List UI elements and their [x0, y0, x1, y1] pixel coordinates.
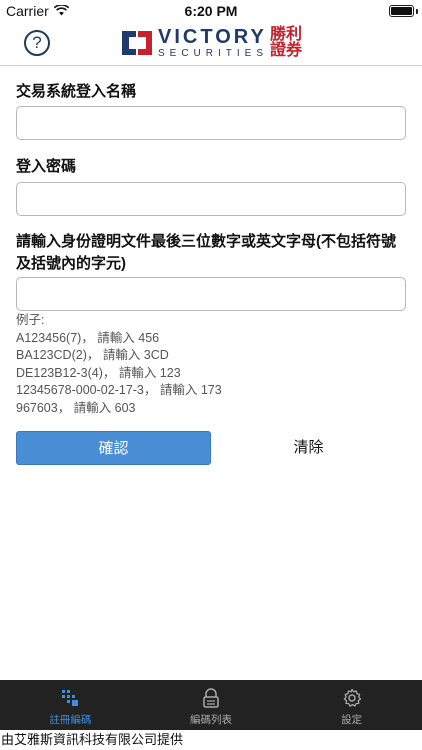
username-input[interactable]	[16, 106, 406, 140]
nav-bar: ? VICTORY SECURITIES 勝利 證券	[0, 22, 422, 66]
clear-button[interactable]: 清除	[211, 431, 406, 465]
lock-icon	[202, 686, 220, 710]
battery-icon	[389, 5, 414, 17]
status-time: 6:20 PM	[184, 3, 238, 19]
logo-mark-icon	[122, 31, 152, 55]
tab-code-list[interactable]: 編碼列表	[141, 680, 282, 730]
confirm-button[interactable]: 確認	[16, 431, 211, 465]
footer-credit: 由艾雅斯資訊科技有限公司提供	[0, 730, 422, 750]
logo-cn-bottom: 證券	[270, 42, 303, 59]
logo-chinese: 勝利 證券	[270, 27, 302, 59]
example-line: DE123B12-3(4)， 請輸入 123	[16, 365, 181, 380]
id-digits-label: 請輸入身份證明文件最後三位數字或英文字母(不包括符號及括號內的字元)	[16, 233, 396, 272]
example-line: A123456(7)， 請輸入 456	[16, 330, 160, 345]
gear-icon	[342, 686, 362, 710]
help-icon[interactable]: ?	[24, 30, 50, 56]
username-label: 交易系統登入名稱	[16, 83, 137, 100]
example-line: 12345678-000-02-17-3， 請輸入 173	[16, 383, 222, 397]
password-label: 登入密碼	[16, 158, 77, 175]
tab-settings[interactable]: 設定	[281, 680, 422, 730]
example-line: 967603， 請輸入 603	[16, 400, 136, 415]
id-digits-input[interactable]	[16, 277, 406, 311]
logo-cn-top: 勝利	[270, 26, 303, 43]
logo-text: VICTORY SECURITIES	[158, 27, 268, 59]
password-input[interactable]	[16, 182, 406, 216]
tab-label: 註冊編碼	[49, 714, 92, 726]
brand-logo: VICTORY SECURITIES 勝利 證券	[120, 25, 302, 61]
battery-tip	[416, 9, 418, 14]
example-block: 例子: A123456(7)， 請輸入 456 BA123CD(2)， 請輸入 …	[16, 312, 222, 417]
tab-register-code[interactable]: 註冊編碼	[0, 680, 141, 730]
example-line: BA123CD(2)， 請輸入 3CD	[16, 348, 169, 362]
status-bar: Carrier 6:20 PM	[0, 0, 422, 22]
example-title: 例子:	[16, 313, 45, 327]
logo-sub: SECURITIES	[158, 48, 269, 59]
tab-bar: 註冊編碼 編碼列表 設定	[0, 680, 422, 730]
grid-key-icon	[61, 686, 79, 710]
logo-name: VICTORY	[158, 26, 267, 48]
tab-label: 設定	[341, 714, 363, 726]
tab-label: 編碼列表	[190, 714, 232, 726]
